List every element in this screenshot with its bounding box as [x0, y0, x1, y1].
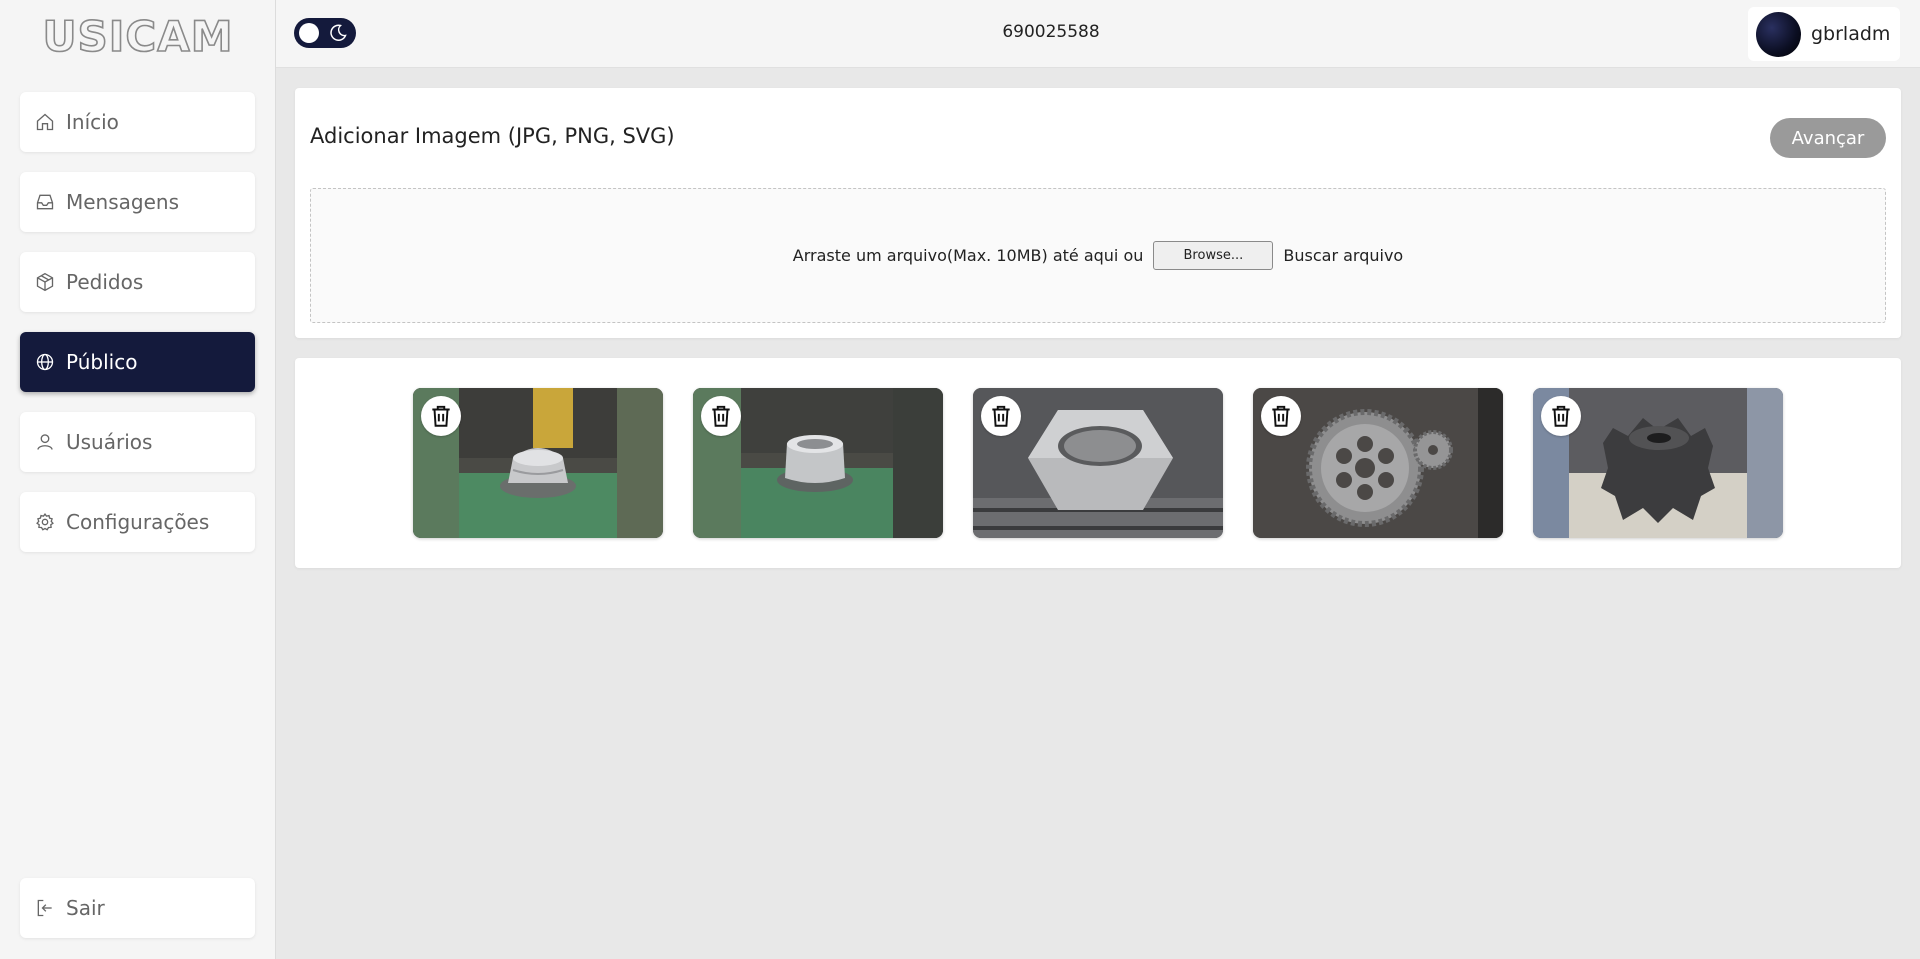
delete-image-button[interactable] [1261, 396, 1301, 436]
delete-image-button[interactable] [701, 396, 741, 436]
user-menu[interactable]: gbrladm [1748, 7, 1900, 61]
delete-image-button[interactable] [421, 396, 461, 436]
sidebar-item-configuracoes[interactable]: Configurações [20, 492, 255, 552]
app-logo: USICAM [42, 11, 234, 62]
inbox-icon [34, 191, 56, 213]
browse-button[interactable]: Browse... [1153, 241, 1274, 270]
logout-button[interactable]: Sair [20, 878, 255, 938]
trash-icon [432, 405, 450, 427]
sidebar: USICAM Início Mensagens Pedidos Público … [0, 0, 276, 959]
sidebar-item-mensagens[interactable]: Mensagens [20, 172, 255, 232]
gallery-image [973, 388, 1223, 538]
top-bar: 690025588 gbrladm [276, 0, 1920, 68]
avatar [1756, 11, 1801, 57]
user-name: gbrladm [1811, 23, 1891, 45]
advance-button[interactable]: Avançar [1770, 118, 1886, 158]
user-icon [34, 431, 56, 453]
header-code: 690025588 [1002, 22, 1100, 42]
sidebar-item-publico[interactable]: Público [20, 332, 255, 392]
package-icon [34, 271, 56, 293]
sidebar-item-label: Usuários [66, 430, 153, 454]
trash-icon [992, 405, 1010, 427]
image-gallery [295, 358, 1901, 568]
gallery-image [1533, 388, 1783, 538]
home-icon [34, 111, 56, 133]
gallery-image [693, 388, 943, 538]
gallery-image [1253, 388, 1503, 538]
upload-panel: Adicionar Imagem (JPG, PNG, SVG) Avançar… [295, 88, 1901, 338]
sidebar-item-label: Configurações [66, 510, 210, 534]
sidebar-item-inicio[interactable]: Início [20, 92, 255, 152]
upload-title: Adicionar Imagem (JPG, PNG, SVG) [310, 124, 675, 148]
trash-icon [1272, 405, 1290, 427]
gear-icon [34, 511, 56, 533]
file-status-text: Buscar arquivo [1283, 246, 1404, 265]
gallery-image [413, 388, 663, 538]
sidebar-item-label: Pedidos [66, 270, 144, 294]
globe-icon [34, 351, 56, 373]
logout-icon [34, 897, 56, 919]
delete-image-button[interactable] [1541, 396, 1581, 436]
file-dropzone[interactable]: Arraste um arquivo(Max. 10MB) até aqui o… [310, 188, 1886, 323]
sidebar-item-label: Mensagens [66, 190, 180, 214]
sidebar-item-label: Início [66, 110, 119, 134]
trash-icon [712, 405, 730, 427]
sidebar-item-pedidos[interactable]: Pedidos [20, 252, 255, 312]
dropzone-text: Arraste um arquivo(Max. 10MB) até aqui o… [792, 246, 1144, 265]
delete-image-button[interactable] [981, 396, 1021, 436]
sidebar-item-label: Público [66, 350, 138, 374]
logout-label: Sair [66, 896, 105, 920]
sidebar-item-usuarios[interactable]: Usuários [20, 412, 255, 472]
trash-icon [1552, 405, 1570, 427]
